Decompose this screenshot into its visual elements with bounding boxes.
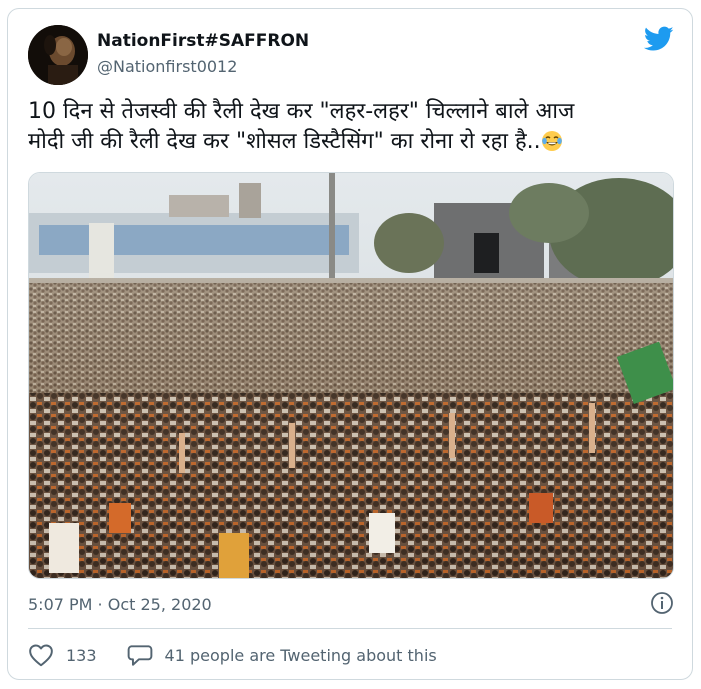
tweet-text-line-2: मोदी जी की रैली देख कर "शोसल डिस्टैसिंग"… — [28, 127, 678, 157]
like-count: 133 — [66, 645, 97, 665]
heart-icon — [29, 644, 53, 667]
divider — [28, 628, 672, 629]
author-handle[interactable]: @Nationfirst0012 — [97, 57, 237, 76]
twitter-bird-icon[interactable] — [643, 26, 674, 52]
tweet-photo[interactable] — [28, 172, 674, 579]
tweet-actions: 133 41 people are Tweeting about this — [28, 643, 467, 667]
info-icon[interactable] — [650, 591, 674, 615]
like-button[interactable]: 133 — [28, 643, 97, 667]
tweet-timestamp[interactable]: 5:07 PM · Oct 25, 2020 — [28, 595, 212, 614]
tweet-text: 10 दिन से तेजस्वी की रैली देख कर "लहर-लह… — [28, 97, 678, 157]
tweet-card[interactable]: NationFirst#SAFFRON @Nationfirst0012 10 … — [7, 8, 693, 680]
reply-button[interactable]: 41 people are Tweeting about this — [127, 643, 437, 667]
author-display-name[interactable]: NationFirst#SAFFRON — [97, 31, 309, 51]
speech-bubble-icon — [127, 645, 152, 666]
tweeting-about-text: 41 people are Tweeting about this — [164, 645, 437, 665]
tweet-text-line-1: 10 दिन से तेजस्वी की रैली देख कर "लहर-लह… — [28, 99, 575, 124]
tweet-text-line-2-content: मोदी जी की रैली देख कर "शोसल डिस्टैसिंग"… — [28, 129, 541, 154]
avatar[interactable] — [28, 25, 88, 85]
face-with-tears-of-joy-icon — [541, 130, 563, 152]
